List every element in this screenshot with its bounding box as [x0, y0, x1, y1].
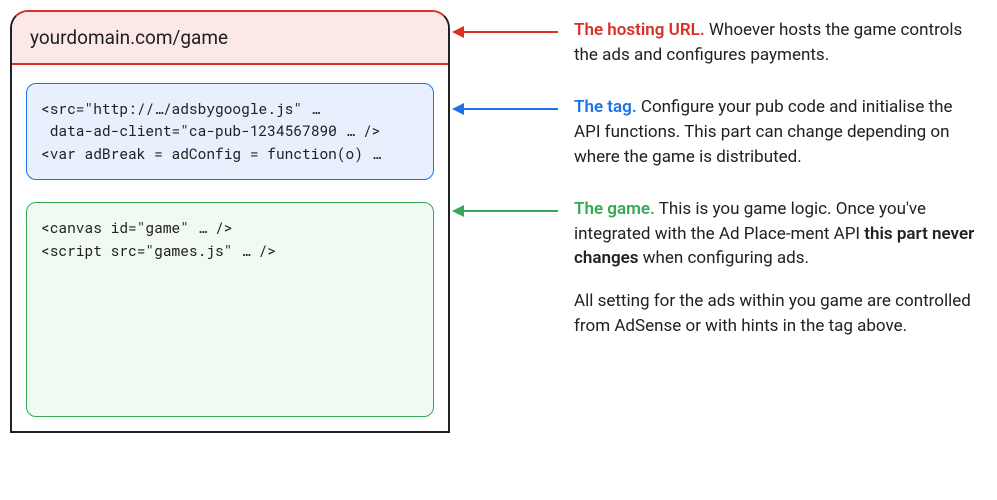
- annotation-hosting: The hosting URL. Whoever hosts the game …: [450, 18, 987, 67]
- hosting-url-text: yourdomain.com/game: [30, 26, 228, 49]
- tag-code-box: <src="http://…/adsbygoogle.js" … data-ad…: [26, 83, 434, 180]
- annotation-tag-text: The tag. Configure your pub code and ini…: [560, 95, 980, 169]
- tag-code-text: <src="http://…/adsbygoogle.js" … data-ad…: [41, 99, 380, 163]
- game-desc-2: All setting for the ads within you game …: [574, 289, 980, 338]
- arrow-left-icon: [450, 101, 560, 117]
- annotation-hosting-text: The hosting URL. Whoever hosts the game …: [560, 18, 980, 67]
- game-label: The game.: [574, 199, 655, 219]
- game-code-text: <canvas id="game" … /> <script src="game…: [41, 218, 276, 259]
- hosting-url-bar: yourdomain.com/game: [12, 12, 448, 65]
- annotation-game: The game. This is you game logic. Once y…: [450, 197, 987, 338]
- arrow-left-icon: [450, 24, 560, 40]
- arrow-left-icon: [450, 203, 560, 219]
- code-panel: yourdomain.com/game <src="http://…/adsby…: [10, 10, 450, 433]
- hosting-label: The hosting URL.: [574, 20, 705, 40]
- annotation-tag: The tag. Configure your pub code and ini…: [450, 95, 987, 169]
- panel-body: <src="http://…/adsbygoogle.js" … data-ad…: [12, 65, 448, 431]
- tag-label: The tag.: [574, 97, 637, 117]
- game-desc-1c: when configuring ads.: [639, 248, 809, 268]
- annotations-column: The hosting URL. Whoever hosts the game …: [450, 10, 987, 366]
- game-code-box: <canvas id="game" … /> <script src="game…: [26, 202, 434, 417]
- diagram-container: yourdomain.com/game <src="http://…/adsby…: [10, 10, 987, 433]
- annotation-game-text: The game. This is you game logic. Once y…: [560, 197, 980, 338]
